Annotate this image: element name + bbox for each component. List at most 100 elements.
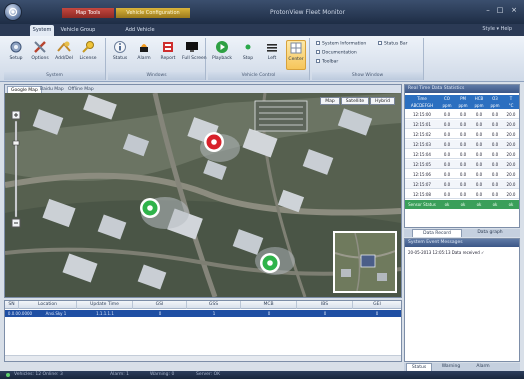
info-icon: [114, 41, 126, 53]
license-button[interactable]: License: [78, 40, 98, 70]
maximize-button[interactable]: □: [496, 6, 504, 14]
map-type-hybrid-button[interactable]: Hybrid: [370, 97, 395, 105]
horizontal-scrollbar[interactable]: [5, 355, 401, 361]
data-cell: 0.0: [491, 122, 499, 127]
data-row[interactable]: 12:15:00 0.0 0.0 0.0 0.0 20.0: [405, 110, 519, 119]
data-row[interactable]: 12:15:01 0.0 0.0 0.0 0.0 20.0: [405, 120, 519, 129]
column-header-sn[interactable]: SN: [5, 301, 19, 309]
column-header-update-time[interactable]: Update Time: [77, 301, 133, 309]
data-cell: 12:15:04: [413, 152, 431, 157]
documentation-checkbox[interactable]: Documentation: [316, 50, 357, 56]
options-button[interactable]: Options: [30, 40, 50, 70]
column-header-gei[interactable]: GEI: [353, 301, 401, 309]
play-icon: [216, 41, 228, 53]
data-cell: 0.0: [491, 142, 499, 147]
vehicle-marker-alarm[interactable]: [204, 132, 224, 152]
tab-status[interactable]: Status: [406, 363, 432, 371]
tab-warning[interactable]: Warning: [436, 363, 466, 371]
data-row[interactable]: 12:15:08 0.0 0.0 0.0 0.0 20.0: [405, 190, 519, 199]
data-cell: 20.0: [506, 132, 516, 137]
data-column-header[interactable]: T: [503, 96, 519, 101]
tab-offline-map[interactable]: Offline Map: [65, 86, 97, 93]
tab-system[interactable]: System: [30, 25, 54, 36]
report-label: Report: [160, 56, 176, 61]
data-cell: 0.0: [475, 122, 483, 127]
ribbon: Setup Options Add/Del License System Sta…: [0, 36, 524, 82]
data-cell: 20.0: [506, 112, 516, 117]
left-button[interactable]: Left: [262, 40, 282, 70]
data-row[interactable]: 12:15:05 0.0 0.0 0.0 0.0 20.0: [405, 160, 519, 169]
data-column-header[interactable]: CO: [439, 96, 455, 101]
vehicle-marker-online[interactable]: [140, 198, 160, 218]
column-header-gss[interactable]: GSS: [187, 301, 241, 309]
overview-minimap[interactable]: [333, 231, 397, 293]
data-row[interactable]: 12:15:07 0.0 0.0 0.0 0.0 20.0: [405, 180, 519, 189]
toolbar-checkbox[interactable]: Toolbar: [316, 59, 338, 65]
column-header-mcb[interactable]: MCB: [241, 301, 297, 309]
data-column-header[interactable]: Time: [405, 96, 439, 101]
tab-data-record[interactable]: Data Record: [412, 229, 462, 237]
playback-button[interactable]: Playback: [210, 40, 234, 70]
tab-add-vehicle[interactable]: Add Vehicle: [120, 25, 160, 36]
system-information-checkbox[interactable]: System Information: [316, 41, 366, 47]
tab-data-graph[interactable]: Data graph: [466, 229, 514, 237]
checkbox-label: Documentation: [322, 50, 357, 56]
app-logo-icon: [8, 7, 18, 17]
stop-button[interactable]: Stop: [238, 40, 258, 70]
map-type-map-button[interactable]: Map: [320, 97, 340, 105]
vehicle-marker-online[interactable]: [260, 253, 280, 273]
column-header-gsi[interactable]: GSI: [133, 301, 187, 309]
event-log-panel: System Event Messages 20-05-2013 12:05:1…: [404, 238, 520, 362]
center-button[interactable]: Center: [286, 40, 306, 70]
status-button[interactable]: Status: [110, 40, 130, 70]
status-bar-checkbox[interactable]: Status Bar: [378, 41, 407, 47]
tab-vehicle-group[interactable]: Vehicle Group: [60, 25, 96, 36]
data-cell: 0.0: [475, 172, 483, 177]
data-cell: 0.0: [491, 182, 499, 187]
connection-status-icon: [6, 373, 10, 377]
gear-icon: [10, 41, 22, 53]
status-warning: Warning: 0: [150, 372, 175, 377]
alarm-label: Alarm: [137, 56, 151, 61]
add-del-button[interactable]: Add/Del: [54, 40, 74, 70]
key-icon: [82, 41, 94, 53]
full-screen-button[interactable]: Full Screen: [182, 40, 207, 70]
status-bar: Vehicles: 12 Online: 3 Alarm: 1 Warning:…: [0, 371, 524, 379]
footer-cell: ok: [492, 202, 498, 207]
zoom-slider-icon: [11, 110, 21, 228]
setup-button[interactable]: Setup: [6, 40, 26, 70]
column-header-ibs[interactable]: IBS: [297, 301, 353, 309]
data-row[interactable]: 12:15:04 0.0 0.0 0.0 0.0 20.0: [405, 150, 519, 159]
data-row[interactable]: 12:15:03 0.0 0.0 0.0 0.0 20.0: [405, 140, 519, 149]
data-row[interactable]: 12:15:06 0.0 0.0 0.0 0.0 20.0: [405, 170, 519, 179]
data-cell: 12:15:08: [413, 192, 431, 197]
zoom-control[interactable]: [11, 110, 21, 231]
data-column-header[interactable]: O3: [487, 96, 503, 101]
satellite-map[interactable]: Map Satellite Hybrid: [5, 93, 401, 297]
tab-baidu-map[interactable]: Baidu Map: [37, 86, 67, 93]
signal-bars-icon: [267, 44, 277, 52]
data-cell: 0.0: [459, 182, 467, 187]
checkbox-label: Status Bar: [384, 41, 408, 47]
setup-label: Setup: [9, 56, 23, 61]
context-tab-map-tools[interactable]: Map Tools: [62, 8, 114, 18]
checkbox-label: System Information: [322, 41, 367, 47]
checkbox-box: [378, 41, 382, 45]
column-header-location[interactable]: Location: [19, 301, 77, 309]
application-menu-button[interactable]: [4, 3, 22, 21]
data-column-header[interactable]: HCB: [471, 96, 487, 101]
data-cell: 0.0: [459, 152, 467, 157]
context-tab-vehicle-configuration[interactable]: Vehicle Configuration: [116, 8, 190, 18]
map-type-satellite-button[interactable]: Satellite: [340, 97, 370, 105]
alarm-button[interactable]: Alarm: [134, 40, 154, 70]
report-button[interactable]: Report: [158, 40, 178, 70]
data-cell: 20.0: [506, 122, 516, 127]
help-menu[interactable]: Style ▾ Help: [482, 26, 512, 32]
tab-alarm[interactable]: Alarm: [470, 363, 496, 371]
data-cell: 0.0: [443, 152, 451, 157]
minimize-button[interactable]: –: [484, 6, 492, 14]
data-column-header[interactable]: PM: [455, 96, 471, 101]
data-row[interactable]: 12:15:02 0.0 0.0 0.0 0.0 20.0: [405, 130, 519, 139]
close-button[interactable]: ×: [510, 6, 518, 14]
table-row-selected[interactable]: 0.0.00.0000 Ansi.Sky 1 1.1.1.1.1 0 1 0 0…: [5, 310, 401, 317]
